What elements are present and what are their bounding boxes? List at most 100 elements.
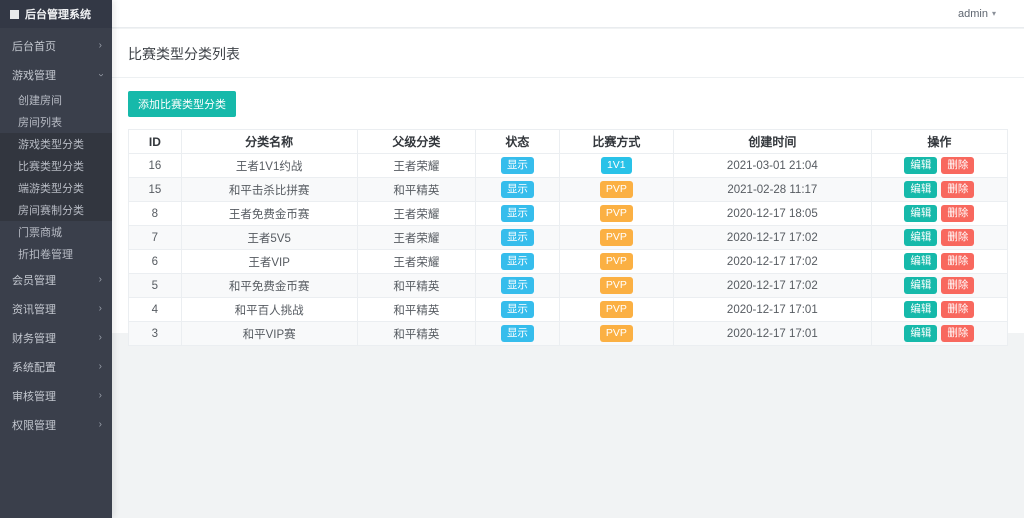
table-header-row: ID分类名称父级分类状态比赛方式创建时间操作: [129, 130, 1008, 154]
row-status-cell: 显示: [476, 298, 560, 322]
sidebar-item-label: 权限管理: [12, 417, 56, 433]
row-mode-cell: PVP: [559, 226, 673, 250]
sidebar-item-label: 资讯管理: [12, 301, 56, 317]
sidebar-item-label: 会员管理: [12, 272, 56, 288]
sidebar-item[interactable]: 房间列表: [0, 111, 112, 133]
content-card: 比赛类型分类列表 添加比赛类型分类 ID分类名称父级分类状态比赛方式创建时间操作…: [112, 29, 1024, 333]
edit-button[interactable]: 编辑: [904, 277, 937, 295]
delete-button[interactable]: 删除: [941, 229, 974, 247]
edit-button[interactable]: 编辑: [904, 253, 937, 271]
edit-button[interactable]: 编辑: [904, 205, 937, 223]
status-badge: 显示: [501, 229, 534, 246]
row-name: 王者1V1约战: [181, 154, 357, 178]
delete-button[interactable]: 删除: [941, 205, 974, 223]
row-parent-category: 王者荣耀: [357, 202, 476, 226]
delete-button[interactable]: 删除: [941, 157, 974, 175]
column-header: 父级分类: [357, 130, 476, 154]
main-content: 比赛类型分类列表 添加比赛类型分类 ID分类名称父级分类状态比赛方式创建时间操作…: [112, 29, 1024, 518]
table-row: 6王者VIP王者荣耀显示PVP2020-12-17 17:02编辑删除: [129, 250, 1008, 274]
row-status-cell: 显示: [476, 178, 560, 202]
row-created-time: 2020-12-17 17:02: [673, 226, 871, 250]
row-parent-category: 和平精英: [357, 322, 476, 346]
status-badge: 显示: [501, 181, 534, 198]
row-created-time: 2020-12-17 17:01: [673, 298, 871, 322]
add-category-button[interactable]: 添加比赛类型分类: [128, 91, 236, 117]
sidebar-item-label: 比赛类型分类: [18, 158, 84, 174]
sidebar-item[interactable]: 创建房间: [0, 89, 112, 111]
row-id: 5: [129, 274, 182, 298]
column-header: 状态: [476, 130, 560, 154]
row-mode-cell: PVP: [559, 322, 673, 346]
sidebar-item[interactable]: 财务管理›: [0, 323, 112, 352]
table-row: 3和平VIP赛和平精英显示PVP2020-12-17 17:01编辑删除: [129, 322, 1008, 346]
edit-button[interactable]: 编辑: [904, 301, 937, 319]
edit-button[interactable]: 编辑: [904, 157, 937, 175]
mode-badge: PVP: [600, 229, 633, 246]
sidebar-item[interactable]: 权限管理 ›: [0, 410, 112, 439]
chevron-right-icon: ›: [99, 304, 102, 314]
row-parent-category: 和平精英: [357, 298, 476, 322]
row-actions-cell: 编辑删除: [871, 250, 1007, 274]
mode-badge: PVP: [600, 205, 633, 222]
row-mode-cell: PVP: [559, 274, 673, 298]
table-row: 4和平百人挑战和平精英显示PVP2020-12-17 17:01编辑删除: [129, 298, 1008, 322]
sidebar-item[interactable]: 会员管理›: [0, 265, 112, 294]
card-body: 添加比赛类型分类 ID分类名称父级分类状态比赛方式创建时间操作 16王者1V1约…: [112, 78, 1024, 346]
sidebar-item[interactable]: 比赛类型分类: [0, 155, 112, 177]
row-created-time: 2020-12-17 18:05: [673, 202, 871, 226]
row-id: 7: [129, 226, 182, 250]
row-status-cell: 显示: [476, 250, 560, 274]
sidebar-item[interactable]: 后台首页 ›: [0, 31, 112, 60]
app-logo: 后台管理系统: [0, 0, 112, 28]
chevron-right-icon: ›: [99, 420, 102, 430]
table-row: 5和平免费金币赛和平精英显示PVP2020-12-17 17:02编辑删除: [129, 274, 1008, 298]
delete-button[interactable]: 删除: [941, 301, 974, 319]
sidebar-item[interactable]: 房间赛制分类: [0, 199, 112, 221]
sidebar-item[interactable]: 游戏类型分类: [0, 133, 112, 155]
mode-badge: PVP: [600, 181, 633, 198]
app-root: 后台管理系统 后台首页›游戏管理›创建房间房间列表游戏类型分类比赛类型分类端游类…: [0, 0, 1024, 518]
row-name: 和平VIP赛: [181, 322, 357, 346]
row-created-time: 2020-12-17 17:02: [673, 274, 871, 298]
username: admin: [958, 8, 988, 20]
row-actions-cell: 编辑删除: [871, 202, 1007, 226]
delete-button[interactable]: 删除: [941, 277, 974, 295]
sidebar-item[interactable]: 系统配置›: [0, 352, 112, 381]
row-name: 王者免费金币赛: [181, 202, 357, 226]
edit-button[interactable]: 编辑: [904, 229, 937, 247]
sidebar-item-label: 折扣卷管理: [18, 246, 73, 262]
row-name: 和平免费金币赛: [181, 274, 357, 298]
sidebar-item[interactable]: 审核管理 ›: [0, 381, 112, 410]
delete-button[interactable]: 删除: [941, 325, 974, 343]
row-mode-cell: PVP: [559, 202, 673, 226]
row-id: 15: [129, 178, 182, 202]
sidebar-item-label: 后台首页: [12, 38, 56, 54]
sidebar-item[interactable]: 游戏管理›: [0, 60, 112, 89]
table-row: 16王者1V1约战王者荣耀显示1V12021-03-01 21:04编辑删除: [129, 154, 1008, 178]
mode-badge: PVP: [600, 277, 633, 294]
mode-badge: 1V1: [601, 157, 632, 174]
edit-button[interactable]: 编辑: [904, 325, 937, 343]
user-menu[interactable]: admin ▾: [958, 8, 996, 20]
sidebar-item-label: 房间赛制分类: [18, 202, 84, 218]
delete-button[interactable]: 删除: [941, 253, 974, 271]
sidebar-item[interactable]: 门票商城: [0, 221, 112, 243]
chevron-right-icon: ›: [99, 391, 102, 401]
status-badge: 显示: [501, 253, 534, 270]
row-created-time: 2021-03-01 21:04: [673, 154, 871, 178]
category-table: ID分类名称父级分类状态比赛方式创建时间操作 16王者1V1约战王者荣耀显示1V…: [128, 129, 1008, 346]
mode-badge: PVP: [600, 253, 633, 270]
sidebar-item-label: 游戏管理: [12, 67, 56, 83]
row-parent-category: 王者荣耀: [357, 250, 476, 274]
row-created-time: 2020-12-17 17:02: [673, 250, 871, 274]
sidebar-item[interactable]: 折扣卷管理: [0, 243, 112, 265]
delete-button[interactable]: 删除: [941, 181, 974, 199]
sidebar-item-label: 审核管理: [12, 388, 56, 404]
sidebar-item[interactable]: 资讯管理 ›: [0, 294, 112, 323]
sidebar-item-label: 房间列表: [18, 114, 62, 130]
edit-button[interactable]: 编辑: [904, 181, 937, 199]
row-mode-cell: 1V1: [559, 154, 673, 178]
row-name: 和平击杀比拼赛: [181, 178, 357, 202]
chevron-right-icon: ›: [99, 41, 102, 51]
sidebar-item[interactable]: 端游类型分类: [0, 177, 112, 199]
